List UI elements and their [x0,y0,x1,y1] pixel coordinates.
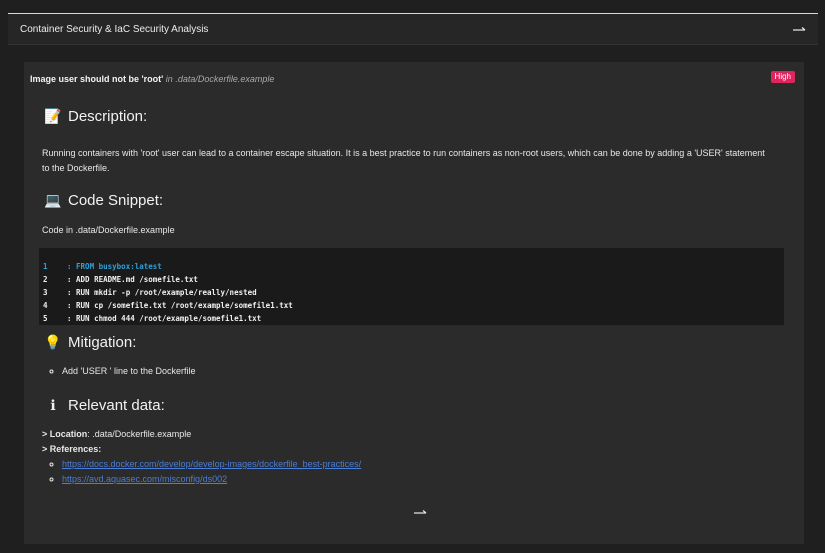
mitigation-heading: 💡 Mitigation: [44,334,136,351]
severity-badge: High [770,71,795,83]
collapse-footer-icon[interactable] [413,509,427,515]
code-snippet-heading-text: Code Snippet: [68,192,164,209]
mitigation-heading-text: Mitigation: [68,334,137,351]
location-label: > Location [42,429,88,439]
list-item: Add 'USER ' line to the Dockerfile [62,364,196,379]
code-line: 4: RUN cp /somefile.txt /root/example/so… [43,301,293,310]
issue-header: Image user should not be 'root' in .data… [30,74,274,84]
relevant-data-heading: ℹ Relevant data: [44,397,165,414]
location-value: : .data/Dockerfile.example [87,429,192,439]
description-text: Running containers with 'root' user can … [42,148,765,173]
code-line: 1: FROM busybox:latest [43,262,162,271]
code-block: 1: FROM busybox:latest 2: ADD README.md … [39,248,784,325]
code-line: 5: RUN chmod 444 /root/example/somefile1… [43,314,262,323]
issue-title: Image user should not be 'root' [30,74,164,84]
relevant-data-heading-text: Relevant data: [68,397,165,414]
code-line: 2: ADD README.md /somefile.txt [43,275,198,284]
references-label: > References [42,444,99,454]
list-item: https://avd.aquasec.com/misconfig/ds002 [62,472,361,487]
code-caption: Code in .data/Dockerfile.example [42,225,175,235]
code-line: 3: RUN mkdir -p /root/example/really/nes… [43,288,257,297]
info-icon: ℹ [50,397,56,414]
laptop-icon: 💻 [44,192,62,209]
issue-in-label: in [163,74,176,84]
list-item: https://docs.docker.com/develop/develop-… [62,457,361,472]
lightbulb-icon: 💡 [44,334,62,351]
reference-link[interactable]: https://avd.aquasec.com/misconfig/ds002 [62,474,227,484]
memo-icon: 📝 [44,108,62,125]
panel-title: Container Security & IaC Security Analys… [20,24,209,35]
issue-card: Image user should not be 'root' in .data… [24,62,804,544]
collapse-icon[interactable] [792,26,806,32]
mitigation-list: Add 'USER ' line to the Dockerfile [42,364,196,379]
references-colon: : [98,444,102,454]
reference-link[interactable]: https://docs.docker.com/develop/develop-… [62,459,361,469]
code-snippet-heading: 💻 Code Snippet: [44,192,163,209]
description-heading-text: Description: [68,108,148,125]
issue-location: .data/Dockerfile.example [175,74,275,84]
location-row: > Location: .data/Dockerfile.example [42,429,191,439]
description-heading: 📝 Description: [44,108,147,125]
panel-header[interactable]: Container Security & IaC Security Analys… [8,14,818,45]
references-row: > References: [42,444,101,454]
references-list: https://docs.docker.com/develop/develop-… [42,457,361,487]
